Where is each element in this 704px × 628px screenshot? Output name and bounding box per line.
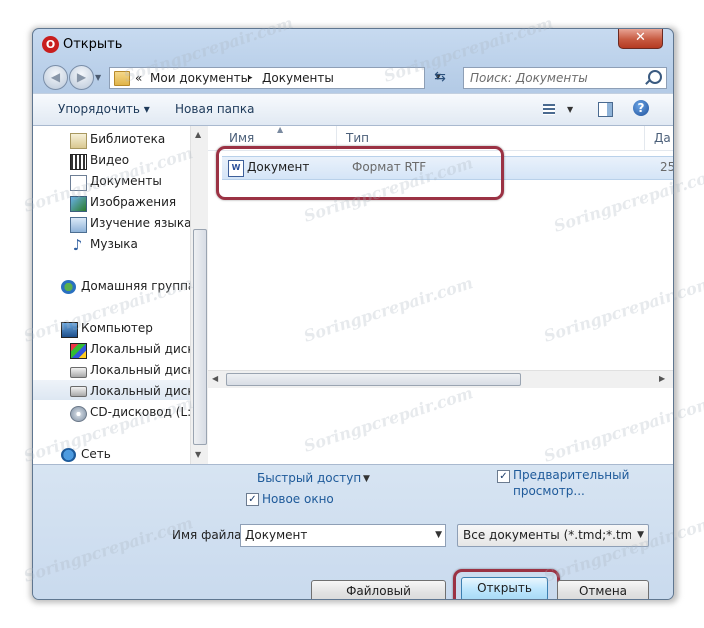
cd-icon — [70, 406, 87, 422]
file-manager-button[interactable]: Файловый менеджер... — [311, 580, 446, 599]
horizontal-scroll-thumb[interactable] — [226, 373, 521, 386]
network-icon — [61, 448, 76, 462]
video-icon — [70, 154, 87, 170]
scroll-down-icon[interactable]: ▼ — [195, 450, 201, 459]
quick-access-chevron-icon[interactable]: ▼ — [363, 474, 370, 484]
address-part-my-documents[interactable]: Мои документы — [150, 71, 250, 85]
sidebar-item-label: Музыка — [90, 237, 138, 251]
organize-button[interactable]: Упорядочить ▾ — [58, 102, 150, 116]
filename-value: Документ — [245, 528, 308, 542]
filename-label: Имя файла: — [172, 528, 246, 542]
images-icon — [70, 196, 87, 212]
sidebar-item-label: CD-дисковод (L:) — [90, 405, 196, 419]
column-header-name[interactable]: Имя — [229, 131, 254, 145]
app-logo-icon: O — [42, 36, 59, 53]
preview-checkbox[interactable]: ✓ — [497, 470, 510, 483]
sidebar-item-label: Видео — [90, 153, 130, 167]
address-prefix: « — [135, 71, 143, 85]
music-icon: ♪ — [72, 236, 83, 254]
sidebar-item-label: Локальный диск ( — [90, 384, 204, 398]
sidebar-item-label: Компьютер — [81, 321, 153, 335]
help-icon[interactable]: ? — [633, 100, 649, 116]
command-toolbar: Упорядочить ▾ Новая папка ▼ ? — [33, 93, 673, 126]
sidebar-item-label: Библиотека — [90, 132, 166, 146]
new-window-label: Новое окно — [262, 492, 334, 506]
folder-icon — [114, 71, 130, 86]
view-options-icon[interactable] — [543, 104, 555, 115]
navigation-bar: ◀ ▶ ▼ « Мои документы ▸ Документы ▼ ⇆ По… — [33, 61, 673, 91]
language-icon — [70, 217, 87, 233]
scroll-right-icon[interactable]: ▶ — [659, 374, 665, 383]
column-header-type[interactable]: Тип — [346, 131, 369, 145]
close-button[interactable]: ✕ — [618, 29, 663, 49]
filename-input[interactable]: Документ ▼ — [240, 524, 446, 547]
computer-icon — [61, 322, 78, 338]
sidebar-item-label: Изучение языка — [90, 216, 192, 230]
file-date: 25 — [660, 160, 674, 174]
sidebar-item-label: Локальный диск ( — [90, 363, 204, 377]
preview-pane-icon[interactable] — [598, 102, 613, 117]
search-placeholder: Поиск: Документы — [470, 71, 588, 85]
sidebar-item-label: Изображения — [90, 195, 177, 209]
file-list-horizontal-scrollbar[interactable]: ◀ ▶ — [208, 370, 673, 388]
window-title: Открыть — [63, 37, 123, 52]
cancel-button[interactable]: Отмена — [557, 580, 649, 599]
disk-icon — [70, 386, 87, 397]
sidebar-item-local-disk-3[interactable]: Локальный диск ( — [33, 380, 203, 400]
navigation-pane: Библиотека Видео Документы Изображения И… — [33, 126, 208, 464]
sidebar-item-label: Документы — [90, 174, 162, 188]
filename-dropdown-chevron-icon[interactable]: ▼ — [435, 530, 442, 540]
refresh-icon[interactable]: ⇆ — [429, 67, 451, 87]
column-divider[interactable] — [644, 126, 645, 150]
preview-label-line1: Предварительный — [513, 468, 630, 482]
column-header-date[interactable]: Да — [654, 131, 671, 145]
file-type-filter-select[interactable]: Все документы (*.tmd;*.tmv;*. ▼ — [457, 524, 649, 547]
preview-label-line2: просмотр... — [513, 484, 585, 498]
documents-icon — [70, 175, 87, 191]
sidebar-scrollbar[interactable]: ▲ ▼ — [190, 126, 208, 464]
forward-arrow-icon[interactable]: ▶ — [69, 65, 94, 90]
dialog-footer: Быстрый доступ ▼ ✓ Новое окно ✓ Предвари… — [33, 464, 673, 599]
file-type-filter-value: Все документы (*.tmd;*.tmv;*. — [463, 528, 631, 542]
quick-access-link[interactable]: Быстрый доступ — [257, 471, 361, 485]
scroll-up-icon[interactable]: ▲ — [195, 130, 201, 139]
open-button-highlight — [453, 569, 560, 599]
sidebar-item-label: Сеть — [81, 447, 111, 461]
homegroup-icon — [61, 280, 76, 294]
search-icon[interactable] — [648, 70, 662, 84]
system-disk-icon — [70, 343, 87, 359]
file-row-highlight — [216, 146, 504, 200]
scroll-left-icon[interactable]: ◀ — [212, 374, 218, 383]
address-bar[interactable]: « Мои документы ▸ Документы ▼ — [109, 67, 441, 89]
new-folder-button[interactable]: Новая папка — [175, 102, 254, 116]
disk-icon — [70, 367, 87, 378]
sort-ascending-icon: ▲ — [277, 125, 284, 134]
address-part-documents[interactable]: Документы — [262, 71, 334, 85]
back-arrow-icon[interactable]: ◀ — [43, 65, 68, 90]
address-separator[interactable]: ▸ — [248, 73, 253, 83]
sidebar-item-label: Домашняя группа — [81, 279, 196, 293]
title-bar[interactable]: O Открыть ✕ — [33, 29, 673, 59]
search-input[interactable]: Поиск: Документы — [463, 67, 667, 89]
sidebar-scroll-thumb[interactable] — [193, 229, 207, 445]
view-options-chevron-icon[interactable]: ▼ — [567, 105, 573, 114]
recent-locations-chevron-icon[interactable]: ▼ — [95, 73, 101, 82]
open-dialog: O Открыть ✕ ◀ ▶ ▼ « Мои документы ▸ Доку… — [32, 28, 674, 600]
filter-dropdown-chevron-icon[interactable]: ▼ — [637, 530, 644, 540]
new-window-checkbox[interactable]: ✓ — [246, 493, 259, 506]
library-icon — [70, 133, 87, 149]
sidebar-item-label: Локальный диск ( — [90, 342, 204, 356]
